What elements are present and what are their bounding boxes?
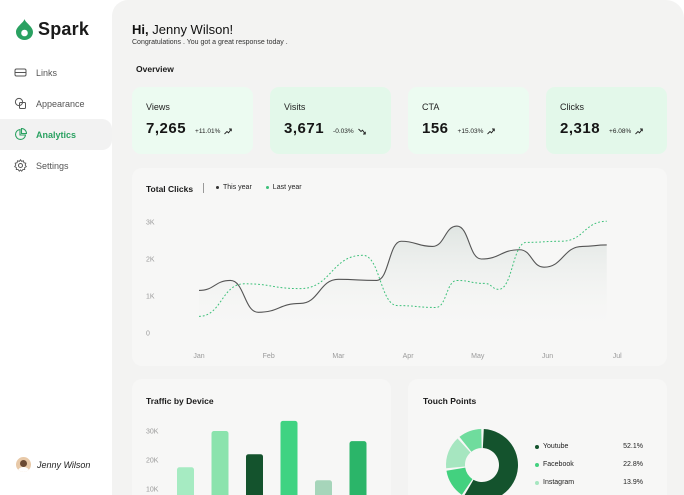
stat-label: Views xyxy=(146,102,170,112)
touch-point-row-youtube: Youtube 52.1% xyxy=(535,443,643,450)
brand-logo[interactable]: Spark xyxy=(16,19,89,40)
brand-name: Spark xyxy=(38,19,90,39)
stat-card-cta[interactable]: CTA 156 +15.03% xyxy=(408,87,529,154)
sidebar-item-analytics[interactable]: Analytics xyxy=(0,119,112,150)
y-tick-label: 2K xyxy=(146,257,155,264)
main-panel: Hi, Jenny Wilson! Congratulations . You … xyxy=(112,0,684,495)
sidebar-item-links[interactable]: Links xyxy=(0,57,112,88)
stat-change: +11.01% xyxy=(195,128,233,135)
y-tick-label: 0 xyxy=(146,331,150,338)
stat-change-text: -0.03% xyxy=(333,128,354,135)
stat-change-text: +6.08% xyxy=(609,128,632,135)
stat-value: 2,318 xyxy=(560,120,601,137)
traffic-chart: 10K 20K 30K xyxy=(146,420,367,495)
bar xyxy=(211,431,229,495)
sidebar-item-label: Links xyxy=(36,67,58,78)
trend-down-icon xyxy=(357,128,366,135)
x-tick-label: Feb xyxy=(263,353,275,360)
stat-change: +15.03% xyxy=(458,128,496,135)
greeting-name: Jenny Wilson! xyxy=(152,22,234,37)
y-tick-label: 10K xyxy=(146,487,159,494)
stat-card-clicks[interactable]: Clicks 2,318 +6.08% xyxy=(546,87,667,154)
analytics-icon xyxy=(14,128,27,141)
y-tick-label: 30K xyxy=(146,429,159,436)
touch-point-label: Facebook xyxy=(543,461,574,468)
y-tick-label: 20K xyxy=(146,458,159,465)
total-clicks-chart: 0 1K 2K 3K Jan Feb Mar Apr May Jun Jul xyxy=(146,220,622,361)
bar xyxy=(280,420,298,495)
touch-point-value: 22.8% xyxy=(623,461,643,468)
touch-point-label: Instagram xyxy=(543,479,575,486)
touch-point-row-instagram: Instagram 13.9% xyxy=(535,479,643,486)
stat-card-views[interactable]: Views 7,265 +11.01% xyxy=(132,87,253,154)
greeting-prefix: Hi, xyxy=(132,22,149,37)
legend-dot xyxy=(535,444,539,449)
sidebar: Spark Links Appearance Analytics Setting… xyxy=(0,0,112,495)
legend-dot xyxy=(535,480,539,485)
stat-value: 7,265 xyxy=(146,120,187,137)
links-icon xyxy=(14,68,27,77)
x-tick-label: Mar xyxy=(332,353,345,360)
sidebar-nav: Links Appearance Analytics Settings xyxy=(0,57,112,181)
bar xyxy=(315,480,332,495)
legend-dot xyxy=(535,462,539,467)
y-tick-label: 1K xyxy=(146,294,155,301)
sidebar-item-label: Analytics xyxy=(36,129,77,140)
stat-change-text: +15.03% xyxy=(457,128,484,135)
overview-title: Overview xyxy=(136,64,174,74)
stat-card-visits[interactable]: Visits 3,671 -0.03% xyxy=(270,87,391,154)
page-subtitle: Congratulations . You got a great respon… xyxy=(132,39,288,46)
x-tick-label: May xyxy=(471,353,485,360)
x-tick-label: Jan xyxy=(193,353,204,360)
user-name: Jenny Wilson xyxy=(37,459,91,470)
stat-change: -0.03% xyxy=(333,128,366,135)
stat-label: CTA xyxy=(422,102,440,112)
y-tick-label: 3K xyxy=(146,220,155,227)
x-tick-label: Apr xyxy=(403,353,415,360)
stat-value: 156 xyxy=(422,120,449,137)
touch-points-chart xyxy=(446,429,518,495)
this-year-area xyxy=(199,226,607,333)
avatar xyxy=(16,457,31,472)
sidebar-item-label: Settings xyxy=(36,160,69,171)
trend-up-icon xyxy=(635,128,644,135)
gear-icon xyxy=(14,159,27,172)
touch-point-value: 13.9% xyxy=(623,479,643,486)
touch-point-label: Youtube xyxy=(543,443,569,450)
sidebar-item-label: Appearance xyxy=(36,98,85,109)
page-title: Hi, Jenny Wilson! xyxy=(132,22,233,37)
trend-up-icon xyxy=(487,128,496,135)
spark-logo-icon xyxy=(16,19,33,40)
stat-value: 3,671 xyxy=(284,120,325,137)
x-tick-label: Jul xyxy=(613,353,622,360)
stat-label: Visits xyxy=(284,102,306,112)
stat-change: +6.08% xyxy=(609,128,644,135)
x-tick-label: Jun xyxy=(542,353,553,360)
user-profile[interactable]: Jenny Wilson xyxy=(16,457,90,472)
stat-label: Clicks xyxy=(560,102,584,112)
appearance-icon xyxy=(14,97,26,109)
sidebar-item-appearance[interactable]: Appearance xyxy=(0,88,112,119)
touch-point-row-facebook: Facebook 22.8% xyxy=(535,461,643,468)
touch-point-value: 52.1% xyxy=(623,443,643,450)
stat-change-text: +11.01% xyxy=(195,128,221,135)
sidebar-item-settings[interactable]: Settings xyxy=(0,150,112,181)
trend-up-icon xyxy=(224,128,233,135)
bar xyxy=(177,467,194,495)
bar xyxy=(349,441,367,495)
bar xyxy=(246,454,263,495)
